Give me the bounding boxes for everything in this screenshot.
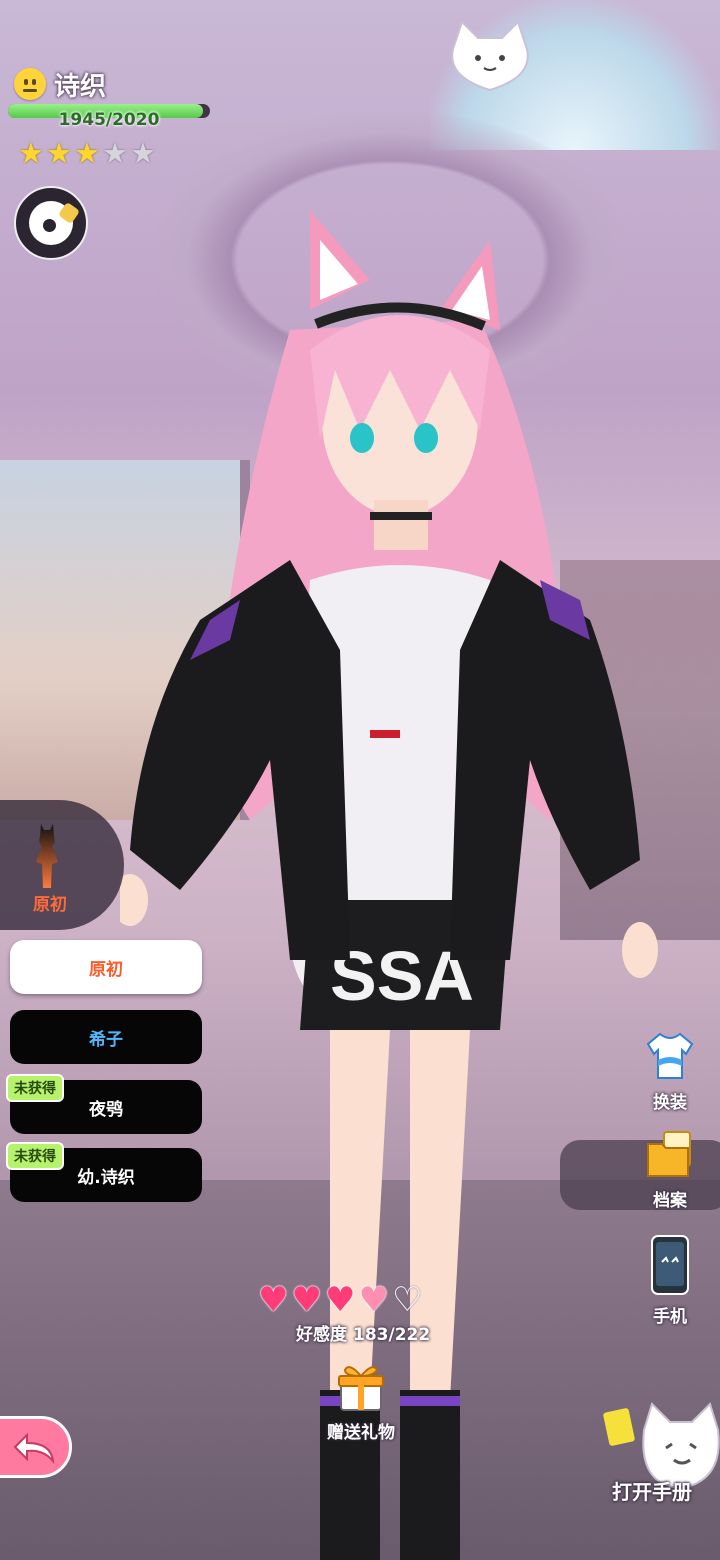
gift-box-icon xyxy=(338,1366,384,1411)
heart-empty-icon: ♡ xyxy=(391,1280,423,1320)
star-filled-icon: ★ xyxy=(74,136,100,170)
star-empty-icon: ★ xyxy=(130,136,156,170)
affection-display: 好感度 183/222 xyxy=(296,1320,430,1345)
outfit-item-yuanchu[interactable]: 原初 xyxy=(10,940,202,994)
dress-up-label: 换装 xyxy=(653,1093,687,1113)
phone-button[interactable]: 手机 xyxy=(630,1234,710,1327)
profile-label: 档案 xyxy=(653,1191,687,1211)
shirt-icon xyxy=(646,1032,694,1079)
folder-icon xyxy=(647,1131,691,1177)
back-button[interactable] xyxy=(0,1416,72,1478)
outfit-item-label: 幼.诗织 xyxy=(77,1167,135,1188)
give-gift-button[interactable]: 赠送礼物 xyxy=(316,1358,406,1443)
outfit-item-label: 原初 xyxy=(89,959,123,980)
back-arrow-icon xyxy=(13,1432,55,1465)
exp-text: 1945/2020 xyxy=(58,110,160,130)
heart-half-icon: ♥ xyxy=(358,1280,389,1320)
character-model[interactable]: SSA xyxy=(120,200,660,1560)
current-outfit-label: 原初 xyxy=(33,895,67,915)
dress-up-button[interactable]: 换装 xyxy=(630,1030,710,1113)
star-rating: ★ ★ ★ ★ ★ xyxy=(18,138,156,168)
outfit-item-label: 夜鸮 xyxy=(89,1099,123,1120)
phone-label: 手机 xyxy=(653,1307,687,1327)
star-filled-icon: ★ xyxy=(18,136,44,170)
neutral-face-icon xyxy=(14,68,46,100)
cat-plush-icon xyxy=(451,20,529,92)
outfit-item-xizi[interactable]: 希子 xyxy=(10,1010,202,1064)
heart-full-icon: ♥ xyxy=(324,1280,356,1320)
heart-full-icon: ♥ xyxy=(291,1280,322,1320)
outfit-item-yexiao[interactable]: 夜鸮 未获得 xyxy=(6,1074,202,1134)
open-handbook-label[interactable]: 打开手册 xyxy=(612,1476,692,1505)
give-gift-label: 赠送礼物 xyxy=(327,1423,395,1443)
affection-value: 183/222 xyxy=(353,1325,431,1345)
outfit-silhouette-icon xyxy=(36,824,58,888)
affection-label: 好感度 xyxy=(296,1325,347,1345)
locked-tag: 未获得 xyxy=(6,1074,64,1102)
outfit-item-label: 希子 xyxy=(89,1029,123,1050)
star-empty-icon: ★ xyxy=(102,136,128,170)
star-filled-icon: ★ xyxy=(46,136,72,170)
locked-tag: 未获得 xyxy=(6,1142,64,1170)
phone-icon xyxy=(651,1235,689,1295)
profile-button[interactable]: 档案 xyxy=(630,1128,710,1211)
emote-wheel-icon xyxy=(29,201,81,245)
emote-button[interactable] xyxy=(14,186,88,260)
heart-full-icon: ♥ xyxy=(258,1280,289,1320)
character-name: 诗织 xyxy=(54,72,107,102)
affection-hearts: ♥ ♥ ♥ ♥ ♡ xyxy=(258,1282,422,1318)
outfit-item-you-shizhi[interactable]: 幼.诗织 未获得 xyxy=(6,1142,202,1202)
